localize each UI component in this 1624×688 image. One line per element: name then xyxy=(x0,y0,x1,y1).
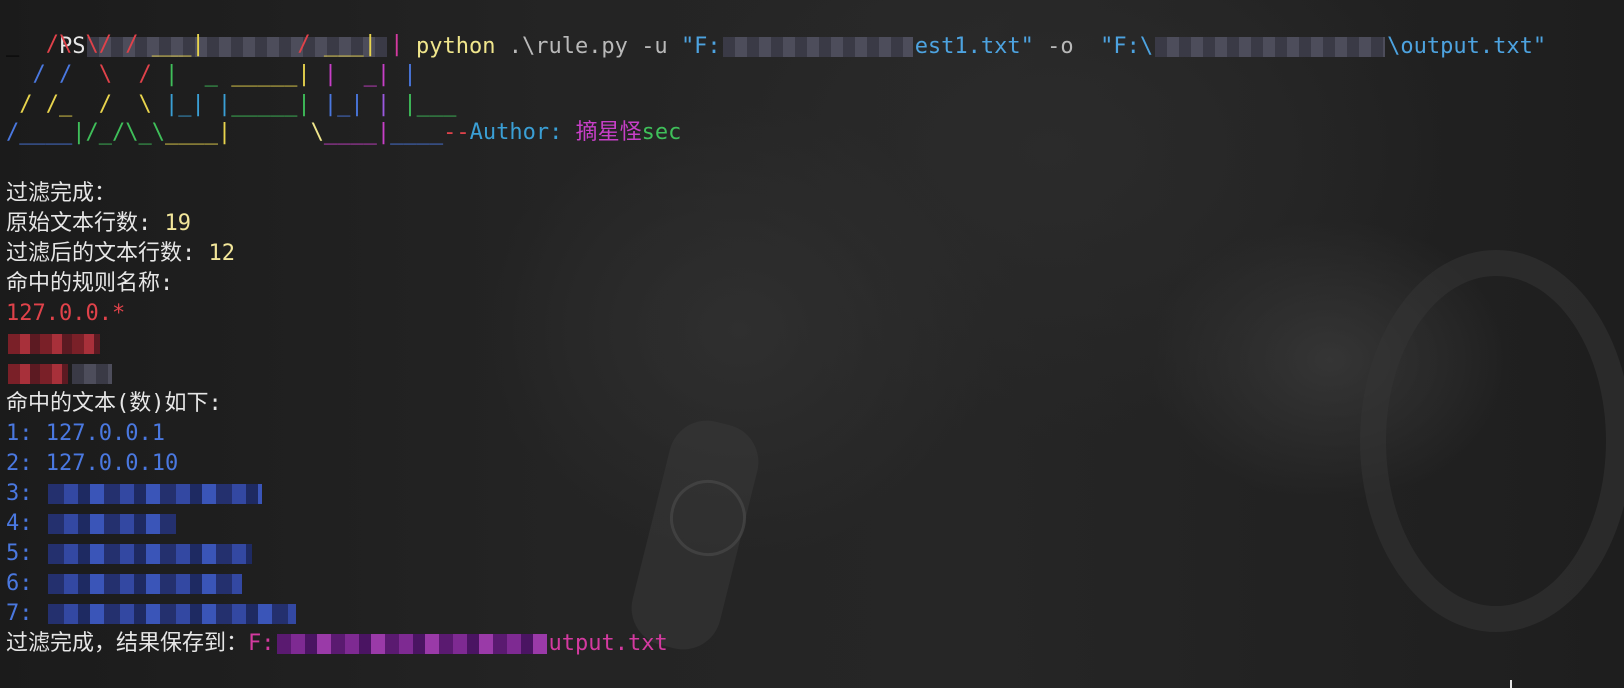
banner-seg: |_| | xyxy=(164,92,232,117)
banner-row-3: / /_ / \ |_| |_____| |_| | |___ xyxy=(6,90,456,120)
hit-value: 127.0.0.1 xyxy=(45,421,165,446)
hits-label: 命中的文本(数)如下: xyxy=(6,391,222,416)
banner-seg: | _ xyxy=(151,62,232,87)
banner-seg: / /_ / \ xyxy=(6,92,165,117)
banner-seg: _____| xyxy=(231,92,324,117)
hit-row: 1: 127.0.0.1 xyxy=(6,418,165,449)
banner-seg: \ / xyxy=(98,62,152,87)
hit-row: 4: xyxy=(6,508,178,539)
author-suffix: sec xyxy=(641,120,682,145)
input-path-prefix: "F: xyxy=(680,34,721,59)
banner-seg: | xyxy=(376,92,404,117)
hit-row: 6: xyxy=(6,568,244,599)
banner-seg: -- xyxy=(443,120,470,145)
command-script: .\rule.py xyxy=(508,34,628,59)
redacted-hit xyxy=(47,574,242,594)
banner-seg: _ xyxy=(6,32,46,57)
banner-seg: |_| xyxy=(323,92,377,117)
banner-seg: ____| xyxy=(323,120,391,145)
output-path-suffix: \output.txt" xyxy=(1387,34,1547,59)
rule-name-1: 127.0.0.* xyxy=(6,301,126,326)
banner-row-1: _ /\ \/ / ___| / ___| | xyxy=(6,30,403,60)
terminal-window[interactable]: PS python .\rule.py -u "F: est1.txt" -o "… xyxy=(0,0,1624,688)
redacted-input-path xyxy=(722,37,913,57)
original-lines-value: 19 xyxy=(164,211,192,236)
rule-name-2-redacted xyxy=(6,328,102,359)
redacted-rule xyxy=(72,364,112,384)
filtered-lines-value: 12 xyxy=(208,241,236,266)
banner-row-2: / / \ / | _ _____| | _| | xyxy=(6,60,417,90)
hit-row: 7: xyxy=(6,598,298,629)
rules-label: 命中的规则名称: xyxy=(6,271,174,296)
hit-index: 1: xyxy=(6,421,33,446)
original-lines-label: 原始文本行数: xyxy=(6,211,165,236)
redacted-hit xyxy=(47,514,176,534)
saved-path-suffix: utput.txt xyxy=(548,631,668,656)
hit-index: 4: xyxy=(6,511,33,536)
redacted-hit xyxy=(47,544,252,564)
hit-index: 7: xyxy=(6,601,33,626)
hit-index: 2: xyxy=(6,451,33,476)
banner-seg: /____ xyxy=(6,120,73,145)
filtered-lines-label: 过滤后的文本行数: xyxy=(6,241,209,266)
banner-seg: ___| xyxy=(151,32,205,57)
banner-seg: / / xyxy=(6,62,99,87)
redacted-saved-path xyxy=(276,634,547,654)
rule-name-3-redacted xyxy=(6,358,114,389)
banner-seg: \ xyxy=(231,120,324,145)
banner-seg: |___ xyxy=(403,92,457,117)
hit-row: 5: xyxy=(6,538,254,569)
author-name: 摘星怪 xyxy=(575,120,642,145)
banner-seg: |/_/\_\ xyxy=(72,120,165,145)
output-path-prefix: "F:\ xyxy=(1100,34,1154,59)
banner-seg: ____| xyxy=(164,120,232,145)
filtered-lines-line: 过滤后的文本行数: 12 xyxy=(6,238,235,269)
redacted-rule xyxy=(8,364,68,384)
command-flag-o: -o xyxy=(1047,34,1074,59)
banner-seg: / xyxy=(204,32,324,57)
hit-index: 6: xyxy=(6,571,33,596)
command-flag-u: -u xyxy=(641,34,668,59)
banner-row-4: /____|/_/\_\____| \____|____--Author: 摘星… xyxy=(6,118,681,148)
redacted-hit xyxy=(47,484,262,504)
command-line: PS python .\rule.py -u "F: est1.txt" -o "… xyxy=(6,0,1546,59)
banner-seg: ___| xyxy=(323,32,391,57)
hit-index: 3: xyxy=(6,481,33,506)
original-lines-line: 原始文本行数: 19 xyxy=(6,208,191,239)
saved-label: 过滤完成，结果保存到： xyxy=(6,631,249,656)
input-path-suffix: est1.txt" xyxy=(914,34,1034,59)
banner-seg: /\ \/ / xyxy=(45,32,152,57)
status-line: 过滤完成： xyxy=(6,181,117,206)
saved-line: 过滤完成，结果保存到：F: utput.txt xyxy=(6,628,668,659)
author-label: Author: xyxy=(469,120,576,145)
banner-seg: | xyxy=(403,62,417,87)
banner-seg: | _| xyxy=(323,62,404,87)
background-wheel xyxy=(1360,250,1624,632)
saved-path-prefix: F: xyxy=(248,631,275,656)
text-cursor xyxy=(1510,680,1512,688)
hit-index: 5: xyxy=(6,541,33,566)
hit-row: 3: xyxy=(6,478,264,509)
hit-row: 2: 127.0.0.10 xyxy=(6,448,178,479)
redacted-output-path xyxy=(1155,37,1386,57)
redacted-hit xyxy=(47,604,296,624)
hit-value: 127.0.0.10 xyxy=(45,451,179,476)
banner-seg: _____| xyxy=(231,62,324,87)
command-program: python xyxy=(415,34,496,59)
redacted-rule xyxy=(8,334,100,354)
banner-seg: | xyxy=(390,32,404,57)
banner-seg: ____ xyxy=(390,120,444,145)
